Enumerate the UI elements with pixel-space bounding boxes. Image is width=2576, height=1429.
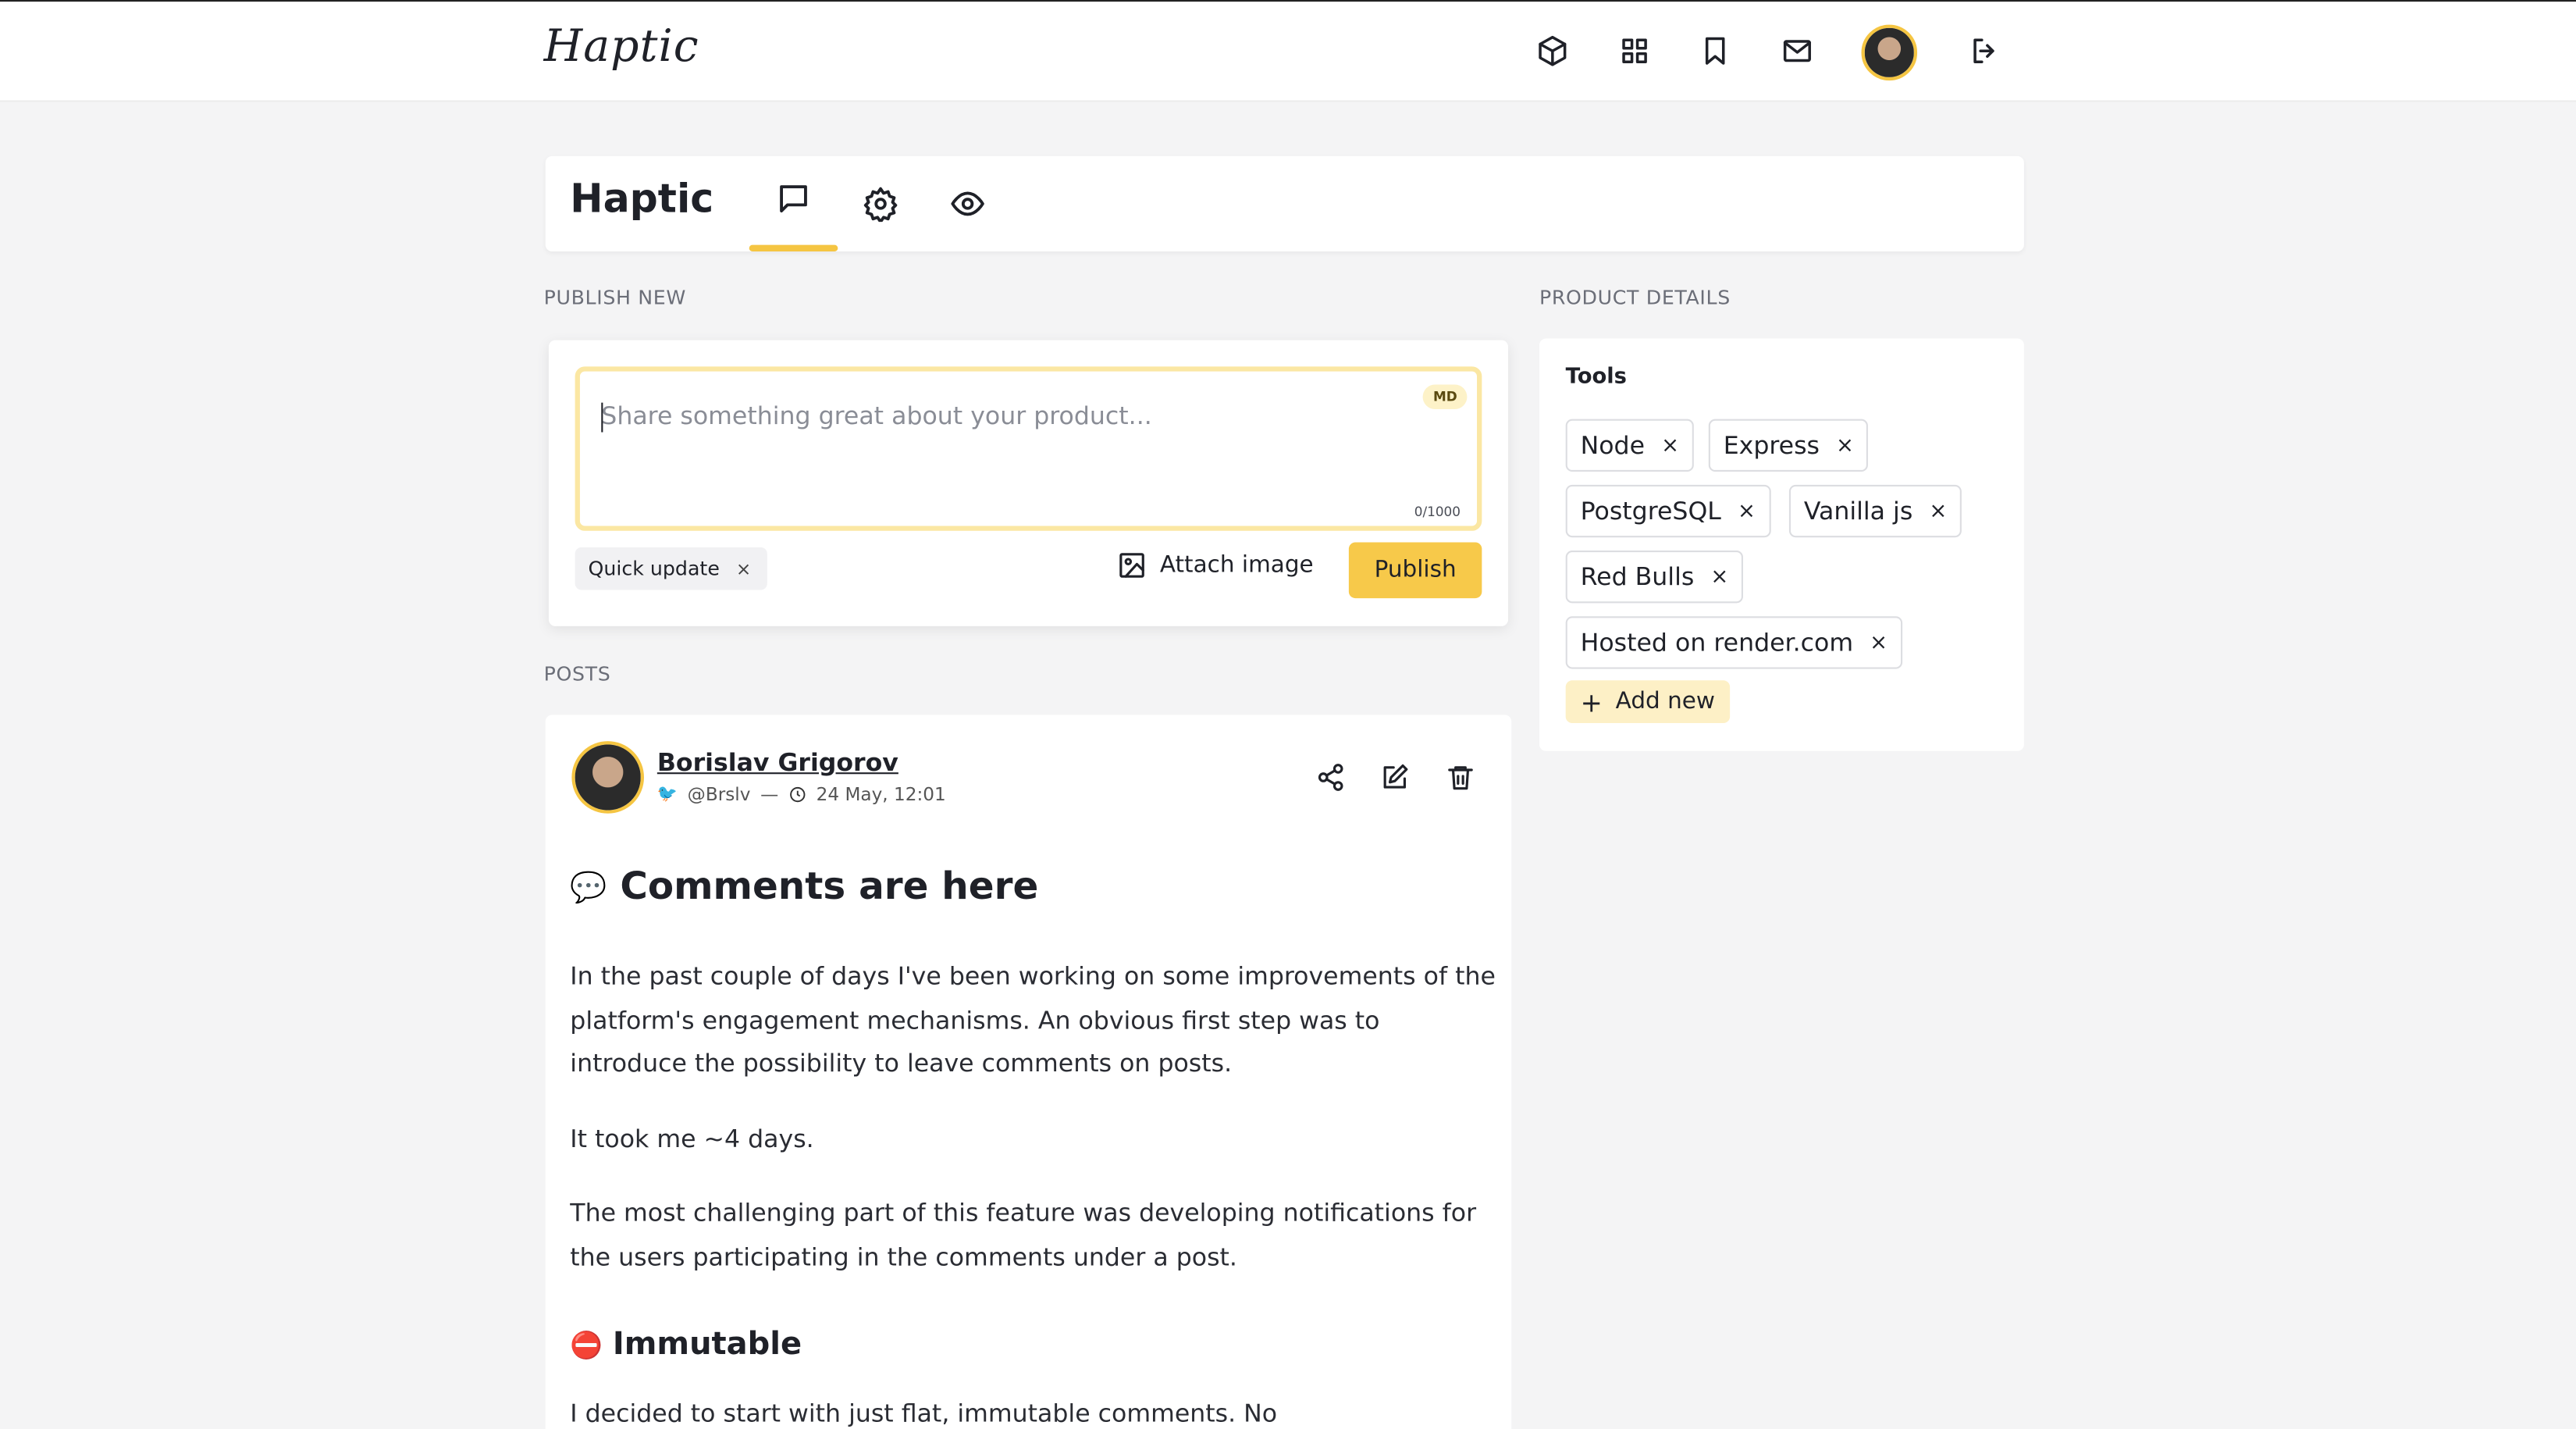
trash-icon[interactable]	[1444, 761, 1477, 793]
tool-chip: Express ×	[1708, 419, 1869, 472]
edit-icon[interactable]	[1379, 761, 1411, 793]
post-meta: 🐦 @Brslv — 24 May, 12:01	[657, 784, 946, 805]
post-paragraph: The most challenging part of this featur…	[570, 1198, 1477, 1271]
add-new-label: Add new	[1615, 688, 1716, 715]
tool-chip: Red Bulls ×	[1565, 551, 1744, 604]
tools-title: Tools	[1565, 365, 1627, 390]
attach-image-button[interactable]: Attach image	[1117, 551, 1314, 580]
product-details-card: Tools Node × Express × PostgreSQL × Vani…	[1539, 338, 2024, 751]
character-counter: 0/1000	[1414, 504, 1461, 520]
remove-tool-icon[interactable]: ×	[1710, 565, 1728, 590]
top-navbar: Haptic	[0, 0, 2576, 102]
bookmark-icon[interactable]	[1697, 33, 1733, 69]
text-caret	[601, 402, 603, 433]
add-tool-button[interactable]: + Add new	[1565, 680, 1730, 724]
comments-tab-icon[interactable]	[772, 177, 815, 220]
product-title: Haptic	[570, 176, 714, 223]
logo[interactable]: Haptic	[544, 21, 699, 72]
image-icon	[1119, 553, 1144, 578]
post-timestamp: 24 May, 12:01	[816, 783, 946, 806]
post-heading-text: Comments are here	[620, 866, 1039, 909]
plus-icon: +	[1580, 686, 1603, 718]
remove-tool-icon[interactable]: ×	[1661, 433, 1679, 458]
post-paragraph: It took me ~4 days.	[570, 1124, 814, 1154]
no-entry-icon: ⛔	[570, 1328, 603, 1360]
author-avatar[interactable]	[571, 741, 645, 814]
twitter-icon: 🐦	[656, 785, 678, 804]
tool-chip: Node ×	[1565, 419, 1694, 472]
post-paragraph: I decided to start with just flat, immut…	[570, 1399, 1278, 1428]
remove-tool-icon[interactable]: ×	[1870, 630, 1888, 655]
speech-bubble-icon: 💬	[570, 870, 607, 905]
tool-chip-label: Hosted on render.com	[1580, 627, 1854, 657]
page: Haptic Haptic PUBLISH NEW Share somethin…	[0, 0, 2576, 1429]
quick-update-label: Quick update	[588, 557, 720, 580]
tool-chip-label: Red Bulls	[1580, 561, 1695, 592]
quick-update-remove-icon[interactable]: ×	[736, 558, 751, 579]
details-section-label: PRODUCT DETAILS	[1539, 286, 1731, 309]
remove-tool-icon[interactable]: ×	[1738, 499, 1756, 524]
tool-chip-label: PostgreSQL	[1580, 496, 1721, 526]
tool-chip-label: Vanilla js	[1803, 496, 1913, 526]
post-textarea[interactable]: Share something great about your product…	[575, 366, 1482, 531]
tool-chip: Hosted on render.com ×	[1565, 616, 1903, 669]
publish-card: Share something great about your product…	[548, 340, 1509, 626]
markdown-badge: MD	[1423, 384, 1468, 410]
post-subheading: ⛔ Immutable	[570, 1326, 802, 1362]
post-card: Borislav Grigorov 🐦 @Brslv — 24 May, 12:…	[545, 714, 1512, 1429]
author-avatar-image	[575, 744, 641, 811]
share-icon[interactable]	[1315, 761, 1347, 793]
remove-tool-icon[interactable]: ×	[1836, 433, 1854, 458]
post-heading: 💬 Comments are here	[570, 866, 1038, 909]
tool-chip-label: Express	[1723, 430, 1820, 461]
publish-button[interactable]: Publish	[1348, 542, 1482, 599]
settings-tab-icon[interactable]	[859, 183, 902, 226]
publish-section-label: PUBLISH NEW	[543, 286, 686, 309]
preview-tab-icon[interactable]	[946, 183, 989, 226]
cube-icon[interactable]	[1535, 33, 1571, 69]
posts-section-label: POSTS	[543, 662, 611, 686]
tool-chip: Vanilla js ×	[1788, 484, 1962, 538]
avatar[interactable]	[1861, 24, 1918, 81]
post-paragraph: In the past couple of days I've been wor…	[570, 961, 1496, 1078]
mail-icon[interactable]	[1779, 33, 1815, 69]
clock-icon	[789, 786, 806, 803]
post-subheading-text: Immutable	[612, 1326, 802, 1363]
remove-tool-icon[interactable]: ×	[1929, 499, 1947, 524]
tool-chip: PostgreSQL ×	[1565, 484, 1770, 538]
grid-icon[interactable]	[1617, 33, 1653, 69]
meta-separator: —	[760, 783, 779, 806]
author-name[interactable]: Borislav Grigorov	[657, 748, 898, 778]
logout-icon[interactable]	[1966, 33, 2002, 69]
product-header: Haptic	[545, 155, 2024, 252]
tool-chip-label: Node	[1580, 430, 1646, 461]
quick-update-tag: Quick update ×	[575, 547, 768, 590]
avatar-image	[1864, 27, 1914, 77]
active-tab-indicator	[749, 244, 838, 252]
post-placeholder: Share something great about your product…	[601, 401, 1152, 431]
author-handle[interactable]: @Brslv	[688, 784, 751, 805]
attach-image-label: Attach image	[1159, 552, 1314, 579]
